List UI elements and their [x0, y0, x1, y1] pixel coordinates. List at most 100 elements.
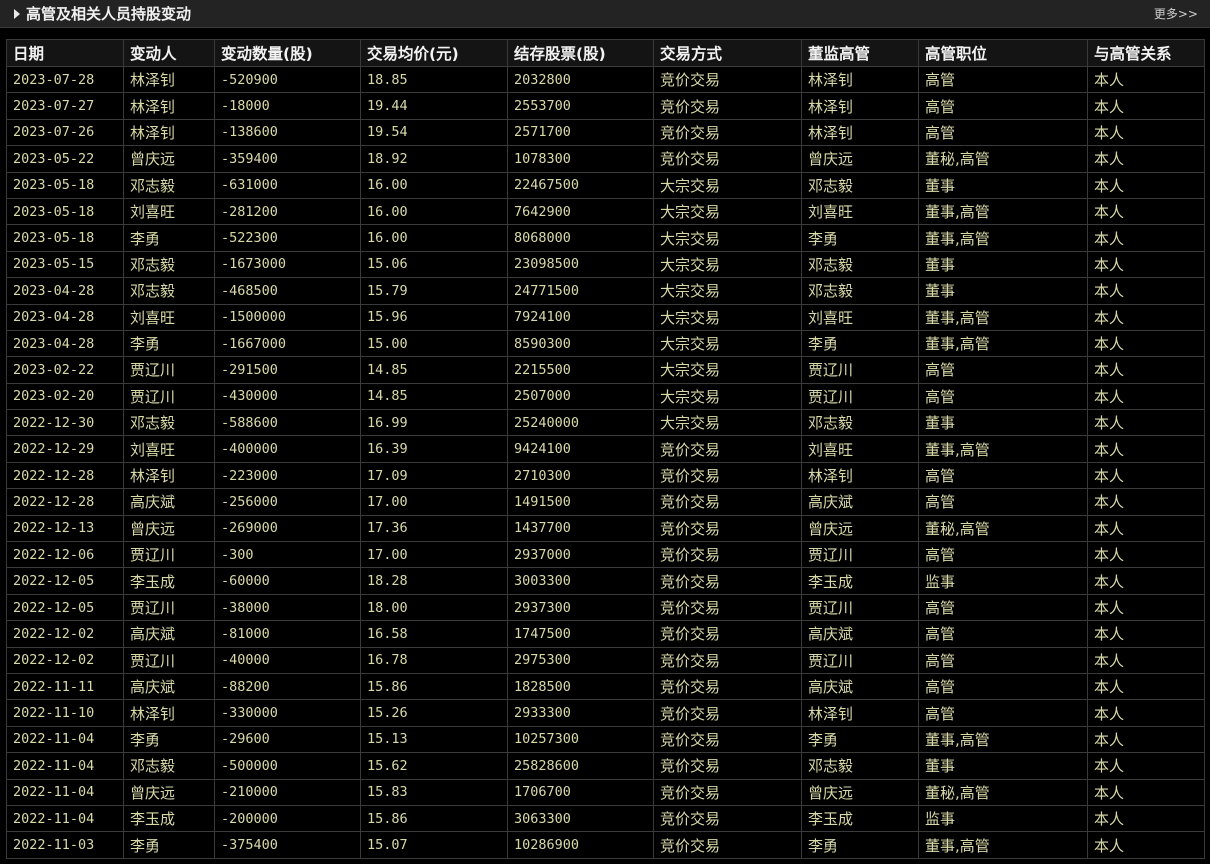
table-row[interactable]: 2023-07-27 林泽钊 -18000 19.44 2553700 竞价交易 林泽钊 高管… [6, 92, 1205, 120]
cell-date: 2023-05-18 [6, 197, 124, 226]
table-row[interactable]: 2022-11-11 高庆斌 -88200 15.86 1828500 竞价交易 高庆斌 高管… [6, 672, 1205, 701]
table-row[interactable]: 2023-05-22 曾庆远 -359400 18.92 1078300 竞价交易 曾庆远董… [6, 145, 1205, 173]
column-header-position[interactable]: 高管职位 [918, 39, 1088, 67]
cell-change-quantity: -300 [214, 541, 361, 569]
cell-position: 高管 [918, 593, 1088, 622]
column-header-trade-method[interactable]: 交易方式 [653, 39, 802, 67]
cell-position: 董事,高管 [918, 725, 1088, 754]
table-row[interactable]: 2023-04-28 邓志毅 -468500 15.79 24771500 大宗交易 邓志毅… [6, 277, 1205, 305]
table-row[interactable]: 2022-11-04 李勇 -29600 15.13 10257300 竞价交易 李勇 董事,… [6, 725, 1205, 754]
cell-relation: 本人 [1087, 620, 1205, 648]
cell-position: 监事 [918, 567, 1088, 595]
cell-date: 2023-04-28 [6, 329, 124, 358]
table-row[interactable]: 2023-02-22 贾辽川 -291500 14.85 2215500 大宗交易 贾辽川高… [6, 356, 1205, 384]
cell-date: 2022-12-05 [6, 567, 124, 595]
cell-avg-price: 15.86 [360, 672, 508, 701]
cell-change-quantity: -522300 [214, 224, 361, 252]
table-row[interactable]: 2022-12-06 贾辽川 -300 17.00 2937000 竞价交易 贾辽川 高管 本人 [6, 541, 1205, 569]
column-header-remaining-shares[interactable]: 结存股票(股) [507, 39, 654, 67]
cell-change-quantity: -223000 [214, 461, 361, 490]
column-header-relation[interactable]: 与高管关系 [1087, 39, 1205, 67]
cell-executive: 邓志毅 [801, 171, 919, 199]
cell-remaining-shares: 2933300 [507, 699, 654, 727]
cell-date: 2023-04-28 [6, 277, 124, 305]
table-row[interactable]: 2022-11-04 李玉成 -200000 15.86 3063300 竞价交易 李玉成监… [6, 804, 1205, 833]
cell-position: 董事 [918, 277, 1088, 305]
cell-executive: 贾辽川 [801, 356, 919, 384]
cell-person: 高庆斌 [123, 620, 215, 648]
table-row[interactable]: 2022-12-29 刘喜旺 -400000 16.39 9424100 竞价交易 刘喜旺董… [6, 435, 1205, 463]
cell-relation: 本人 [1087, 778, 1205, 806]
cell-person: 贾辽川 [123, 541, 215, 569]
cell-executive: 李玉成 [801, 804, 919, 833]
cell-position: 高管 [918, 541, 1088, 569]
cell-date: 2022-11-04 [6, 725, 124, 754]
cell-remaining-shares: 2032800 [507, 65, 654, 94]
cell-relation: 本人 [1087, 145, 1205, 173]
table-row[interactable]: 2023-05-18 刘喜旺 -281200 16.00 7642900 大宗交易 刘喜旺董… [6, 197, 1205, 226]
cell-position: 董事,高管 [918, 329, 1088, 358]
column-header-date[interactable]: 日期 [6, 39, 124, 67]
cell-remaining-shares: 24771500 [507, 277, 654, 305]
table-row[interactable]: 2023-05-18 邓志毅 -631000 16.00 22467500 大宗交易 邓志毅… [6, 171, 1205, 199]
cell-executive: 刘喜旺 [801, 303, 919, 331]
cell-trade-method: 竞价交易 [653, 541, 802, 569]
table-row[interactable]: 2023-07-26 林泽钊 -138600 19.54 2571700 竞价交易 林泽钊高… [6, 118, 1205, 147]
cell-person: 高庆斌 [123, 488, 215, 516]
table-row[interactable]: 2022-11-04 曾庆远 -210000 15.83 1706700 竞价交易 曾庆远董… [6, 778, 1205, 806]
table-row[interactable]: 2022-12-28 高庆斌 -256000 17.00 1491500 竞价交易 高庆斌高… [6, 488, 1205, 516]
cell-date: 2023-05-15 [6, 250, 124, 279]
cell-position: 董事 [918, 752, 1088, 780]
cell-trade-method: 大宗交易 [653, 250, 802, 279]
cell-change-quantity: -1500000 [214, 303, 361, 331]
column-header-person[interactable]: 变动人 [123, 39, 215, 67]
cell-change-quantity: -359400 [214, 145, 361, 173]
cell-executive: 刘喜旺 [801, 435, 919, 463]
cell-remaining-shares: 2937300 [507, 593, 654, 622]
table-row[interactable]: 2022-12-05 贾辽川 -38000 18.00 2937300 竞价交易 贾辽川 高管… [6, 593, 1205, 622]
cell-relation: 本人 [1087, 699, 1205, 727]
table-row[interactable]: 2023-07-28 林泽钊 -520900 18.85 2032800 竞价交易 林泽钊高… [6, 65, 1205, 94]
cell-position: 高管 [918, 620, 1088, 648]
table-row[interactable]: 2022-12-02 高庆斌 -81000 16.58 1747500 竞价交易 高庆斌 高管… [6, 620, 1205, 648]
cell-trade-method: 竞价交易 [653, 778, 802, 806]
table-row[interactable]: 2023-02-20 贾辽川 -430000 14.85 2507000 大宗交易 贾辽川高… [6, 382, 1205, 411]
cell-remaining-shares: 9424100 [507, 435, 654, 463]
cell-change-quantity: -60000 [214, 567, 361, 595]
cell-avg-price: 15.13 [360, 725, 508, 754]
more-link[interactable]: 更多>> [1154, 5, 1198, 22]
column-header-change-quantity[interactable]: 变动数量(股) [214, 39, 361, 67]
cell-date: 2022-12-13 [6, 514, 124, 543]
cell-avg-price: 16.58 [360, 620, 508, 648]
cell-change-quantity: -375400 [214, 831, 361, 859]
column-header-avg-price[interactable]: 交易均价(元) [360, 39, 508, 67]
table-row[interactable]: 2023-04-28 刘喜旺 -1500000 15.96 7924100 大宗交易 刘喜旺… [6, 303, 1205, 331]
table-row[interactable]: 2022-11-10 林泽钊 -330000 15.26 2933300 竞价交易 林泽钊高… [6, 699, 1205, 727]
cell-relation: 本人 [1087, 250, 1205, 279]
cell-executive: 林泽钊 [801, 65, 919, 94]
table-row[interactable]: 2022-12-28 林泽钊 -223000 17.09 2710300 竞价交易 林泽钊高… [6, 461, 1205, 490]
cell-relation: 本人 [1087, 409, 1205, 437]
table-row[interactable]: 2022-11-04 邓志毅 -500000 15.62 25828600 竞价交易 邓志毅… [6, 752, 1205, 780]
cell-avg-price: 15.96 [360, 303, 508, 331]
cell-change-quantity: -500000 [214, 752, 361, 780]
expand-triangle-icon[interactable] [14, 8, 20, 19]
column-header-executive[interactable]: 董监高管 [801, 39, 919, 67]
table-row[interactable]: 2022-11-03 李勇 -375400 15.07 10286900 竞价交易 李勇 董事… [6, 831, 1205, 859]
table-row[interactable]: 2023-05-15 邓志毅 -1673000 15.06 23098500 大宗交易 邓志… [6, 250, 1205, 279]
table-row[interactable]: 2023-04-28 李勇 -1667000 15.00 8590300 大宗交易 李勇 董事… [6, 329, 1205, 358]
cell-date: 2022-11-10 [6, 699, 124, 727]
cell-executive: 邓志毅 [801, 409, 919, 437]
cell-remaining-shares: 3003300 [507, 567, 654, 595]
table-row[interactable]: 2022-12-13 曾庆远 -269000 17.36 1437700 竞价交易 曾庆远董… [6, 514, 1205, 543]
table-row[interactable]: 2022-12-02 贾辽川 -40000 16.78 2975300 竞价交易 贾辽川 高管… [6, 646, 1205, 674]
cell-position: 董事,高管 [918, 224, 1088, 252]
cell-person: 刘喜旺 [123, 435, 215, 463]
table-row[interactable]: 2022-12-30 邓志毅 -588600 16.99 25240000 大宗交易 邓志毅… [6, 409, 1205, 437]
cell-position: 董事,高管 [918, 435, 1088, 463]
table-row[interactable]: 2023-05-18 李勇 -522300 16.00 8068000 大宗交易 李勇 董事,… [6, 224, 1205, 252]
table-row[interactable]: 2022-12-05 李玉成 -60000 18.28 3003300 竞价交易 李玉成 监事… [6, 567, 1205, 595]
cell-date: 2022-12-02 [6, 646, 124, 674]
cell-avg-price: 17.36 [360, 514, 508, 543]
cell-avg-price: 18.92 [360, 145, 508, 173]
